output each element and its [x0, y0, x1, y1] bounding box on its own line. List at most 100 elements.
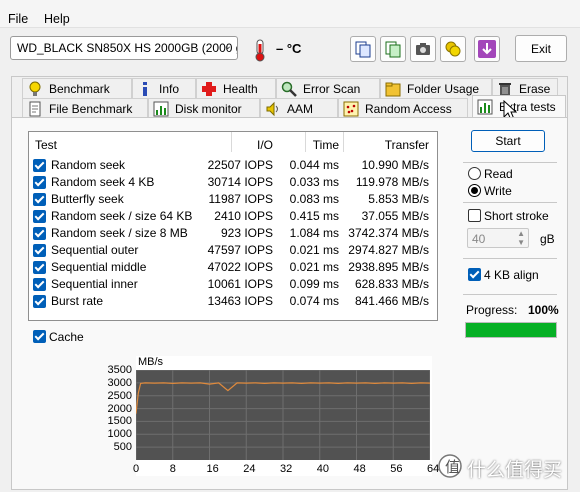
menu-file[interactable]: File — [8, 12, 28, 26]
drive-select[interactable]: WD_BLACK SN850X HS 2000GB (2000 g ⌄ — [10, 36, 238, 60]
cell-io: 923 IOPS — [220, 226, 273, 240]
y-tick-label: 500 — [113, 441, 132, 454]
cell-io: 30714 IOPS — [207, 175, 273, 189]
spinner-arrows-icon: ▲ ▼ — [517, 229, 525, 247]
tab-extra-tests[interactable]: Extra tests — [472, 95, 566, 118]
write-radio[interactable] — [468, 184, 481, 197]
table-row: Butterfly seek 11987 IOPS 0.083 ms 5.853 MB… — [29, 191, 437, 208]
tab-error-scan[interactable]: Error Scan — [276, 78, 380, 98]
write-label: Write — [484, 184, 512, 198]
chart-ylabel: MB/s — [138, 356, 164, 368]
tab-file-benchmark[interactable]: File Benchmark — [22, 98, 148, 118]
row-checkbox[interactable] — [33, 278, 46, 291]
tab-label: Erase — [519, 81, 551, 96]
row-checkbox[interactable] — [33, 159, 46, 172]
tab-disk-monitor[interactable]: Disk monitor — [148, 98, 260, 118]
watermark-logo-icon: 值 — [438, 454, 462, 478]
y-tick-label: 1500 — [107, 415, 132, 428]
row-checkbox[interactable] — [33, 295, 46, 308]
tab-label: AAM — [287, 101, 314, 116]
short-stroke-label: Short stroke — [484, 209, 549, 223]
scatter-icon — [343, 101, 359, 117]
document-icon — [27, 101, 43, 117]
y-tick-label: 3500 — [107, 364, 132, 376]
chart-svg — [135, 369, 431, 460]
cell-time: 0.021 ms — [289, 243, 339, 257]
tab-info[interactable]: Info — [132, 78, 196, 98]
cache-checkbox[interactable] — [33, 330, 46, 343]
options-button[interactable] — [440, 36, 466, 62]
row-checkbox[interactable] — [33, 176, 46, 189]
coins-icon — [445, 41, 461, 57]
x-tick-label: 32 — [280, 463, 293, 475]
tab-health[interactable]: Health — [196, 78, 276, 98]
cell-time: 0.083 ms — [289, 192, 339, 206]
short-stroke-checkbox[interactable] — [468, 209, 481, 222]
row-checkbox[interactable] — [33, 244, 46, 257]
cell-test: Sequential inner — [51, 277, 138, 291]
cell-test: Random seek / size 64 KB — [51, 209, 193, 223]
watermark-text: 什么值得买 — [467, 459, 563, 481]
cell-transfer: 10.990 MB/s — [361, 158, 429, 172]
tab-label: Error Scan — [303, 81, 361, 96]
row-checkbox[interactable] — [33, 210, 46, 223]
save-button[interactable] — [474, 36, 500, 62]
x-tick-label: 8 — [169, 463, 176, 475]
camera-icon — [416, 43, 430, 55]
table-row: Random seek 22507 IOPS 0.044 ms 10.990 MB/s — [29, 157, 437, 174]
size-value: 40 — [472, 232, 486, 246]
copy-image-button[interactable] — [380, 36, 406, 62]
cell-io: 47022 IOPS — [207, 260, 273, 274]
exit-button[interactable]: Exit — [515, 35, 567, 62]
cell-transfer: 841.466 MB/s — [354, 294, 429, 308]
header-io: I/O — [256, 138, 273, 152]
cell-time: 0.074 ms — [289, 294, 339, 308]
x-tick-label: 24 — [243, 463, 256, 475]
table-row: Sequential inner 10061 IOPS 0.099 ms 628.83… — [29, 276, 437, 293]
row-checkbox[interactable] — [33, 261, 46, 274]
cell-time: 0.415 ms — [289, 209, 339, 223]
watermark: 值 什么值得买 — [437, 451, 577, 481]
cell-transfer: 37.055 MB/s — [361, 209, 429, 223]
tab-benchmark[interactable]: Benchmark — [22, 78, 132, 98]
tab-aam[interactable]: AAM — [260, 98, 338, 118]
tab-label: Info — [159, 81, 180, 96]
cell-time: 0.044 ms — [289, 158, 339, 172]
progress-bar — [465, 322, 557, 338]
cell-test: Sequential middle — [51, 260, 147, 274]
header-test: Test — [35, 138, 58, 152]
align-label: 4 KB align — [484, 268, 539, 282]
read-radio[interactable] — [468, 167, 481, 180]
tab-label: Disk monitor — [175, 101, 242, 116]
tab-random-access[interactable]: Random Access — [338, 98, 468, 118]
cell-test: Random seek / size 8 MB — [51, 226, 188, 240]
align-checkbox[interactable] — [468, 268, 481, 281]
cell-io: 2410 IOPS — [214, 209, 273, 223]
screenshot-button[interactable] — [410, 36, 436, 62]
start-button[interactable]: Start — [471, 130, 545, 152]
row-checkbox[interactable] — [33, 193, 46, 206]
svg-text:值: 值 — [445, 458, 460, 476]
copy-text-button[interactable] — [350, 36, 376, 62]
results-table: Test I/O Time Transfer Random seek 22507 … — [28, 131, 438, 321]
cell-transfer: 3742.374 MB/s — [348, 226, 429, 240]
lightbulb-icon — [27, 81, 43, 97]
header-transfer: Transfer — [384, 138, 429, 152]
cell-transfer: 2938.895 MB/s — [348, 260, 429, 274]
menu-help[interactable]: Help — [44, 12, 70, 26]
copy-icon — [355, 41, 371, 58]
progress-value: 100% — [528, 303, 559, 317]
cell-test: Random seek — [51, 158, 126, 172]
table-row: Random seek 4 KB 30714 IOPS 0.033 ms 119.97… — [29, 174, 437, 191]
cell-io: 11987 IOPS — [208, 192, 274, 206]
progress-label: Progress: — [466, 303, 518, 317]
y-tick-label: 2000 — [107, 402, 132, 415]
row-checkbox[interactable] — [33, 227, 46, 240]
red-cross-icon — [201, 81, 217, 97]
y-tick-label: 3000 — [107, 376, 132, 389]
thermometer-icon — [250, 38, 270, 62]
cell-test: Butterfly seek — [51, 192, 124, 206]
cell-io: 47597 IOPS — [207, 243, 273, 257]
size-spinner[interactable]: 40 ▲ ▼ — [467, 228, 529, 248]
table-row: Random seek / size 8 MB 923 IOPS 1.084 ms 3… — [29, 225, 437, 242]
